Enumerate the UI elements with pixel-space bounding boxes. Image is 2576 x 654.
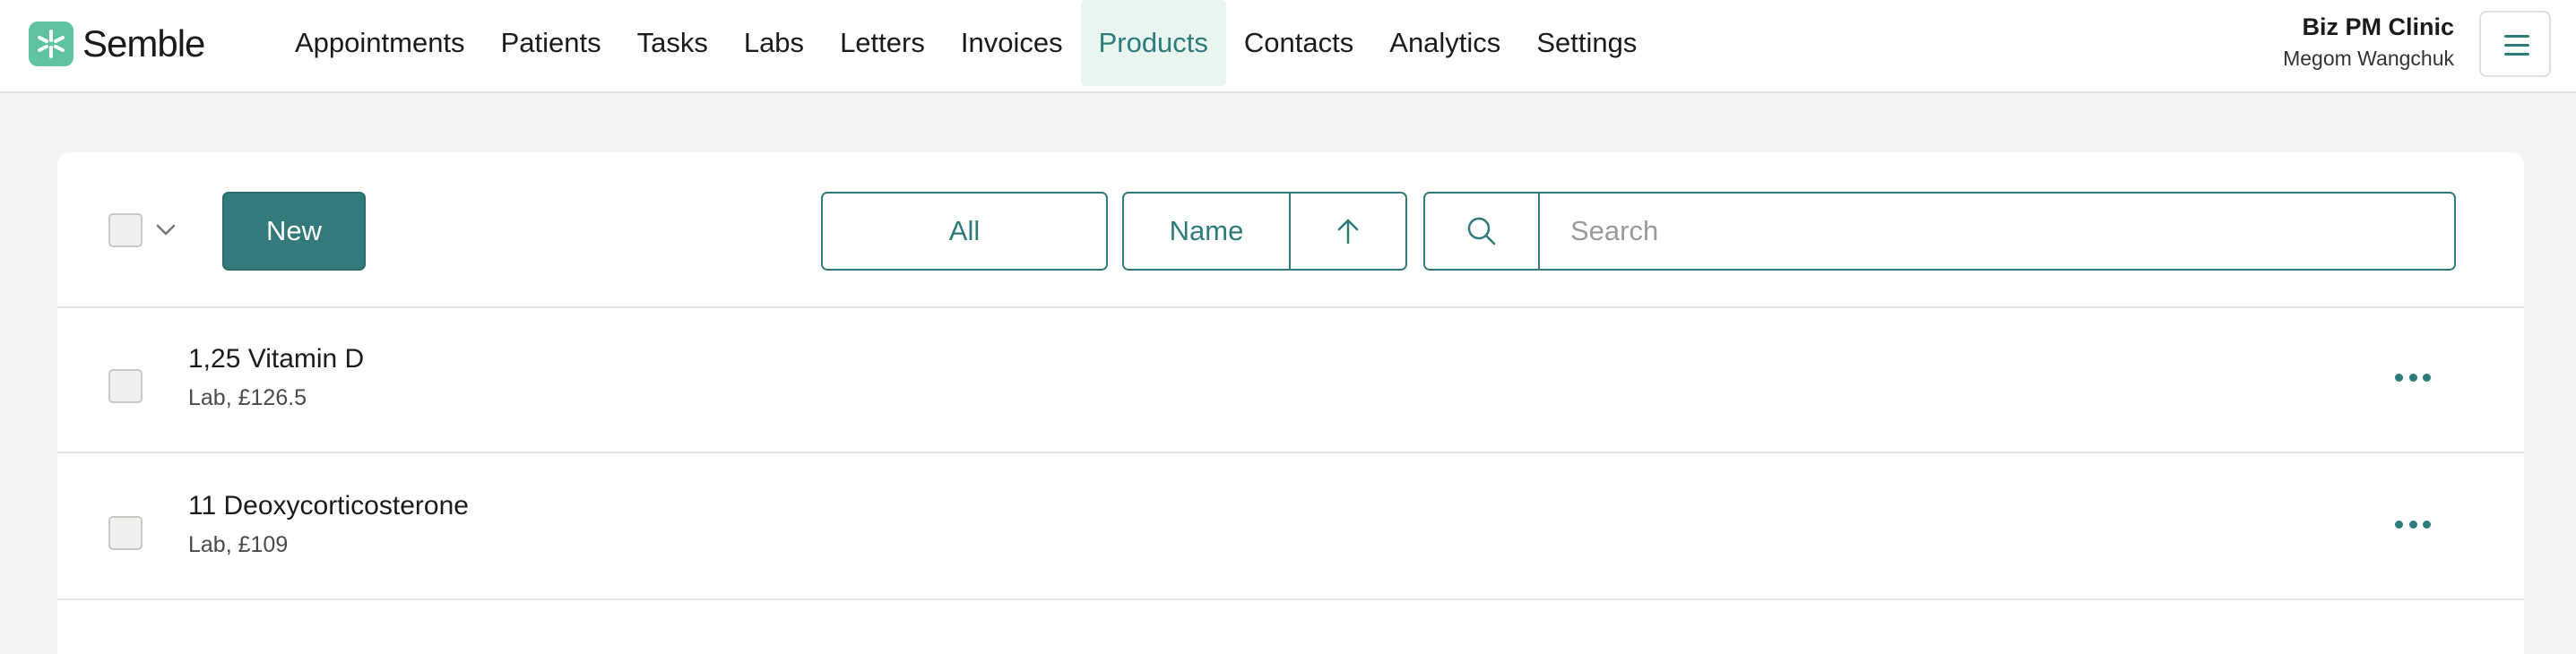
nav-settings[interactable]: Settings [1518, 0, 1655, 86]
brand-name: Semble [82, 22, 205, 65]
search-input[interactable] [1542, 194, 2452, 269]
main-nav: Appointments Patients Tasks Labs Letters… [277, 0, 1655, 86]
product-detail: Lab, £109 [188, 532, 289, 557]
sort-field-button[interactable]: Name [1124, 194, 1291, 269]
account-info[interactable]: Biz PM Clinic Megom Wangchuk [2283, 11, 2454, 73]
top-navigation-bar: Semble Appointments Patients Tasks Labs … [0, 0, 2576, 93]
search-button[interactable] [1425, 194, 1540, 269]
select-all-checkbox[interactable] [108, 213, 143, 247]
hamburger-icon [2504, 35, 2529, 38]
chevron-down-icon[interactable] [156, 224, 176, 237]
clinic-name: Biz PM Clinic [2302, 13, 2454, 40]
nav-letters[interactable]: Letters [822, 0, 943, 86]
arrow-up-icon [1337, 219, 1359, 245]
semble-logo[interactable]: Semble [29, 22, 205, 66]
list-item[interactable]: 11 Deoxycorticosterone Lab, £109 [57, 455, 2524, 600]
new-product-button[interactable]: New [222, 192, 366, 271]
more-options-icon[interactable] [2395, 511, 2431, 538]
search-icon [1467, 217, 1496, 245]
filter-dropdown[interactable]: All [821, 192, 1108, 271]
nav-appointments[interactable]: Appointments [277, 0, 483, 86]
row-checkbox[interactable] [108, 369, 143, 403]
row-checkbox[interactable] [108, 516, 143, 550]
list-toolbar: New All Name [57, 152, 2524, 308]
products-panel: New All Name 1,25 Vitamin D L [57, 152, 2524, 654]
nav-products[interactable]: Products [1080, 0, 1226, 86]
nav-tasks[interactable]: Tasks [619, 0, 726, 86]
user-name: Megom Wangchuk [2283, 47, 2454, 70]
sort-control: Name [1122, 192, 1407, 271]
list-item[interactable]: 1,25 Vitamin D Lab, £126.5 [57, 308, 2524, 453]
nav-invoices[interactable]: Invoices [943, 0, 1081, 86]
nav-analytics[interactable]: Analytics [1371, 0, 1518, 86]
product-name: 11 Deoxycorticosterone [188, 491, 469, 521]
search-box [1423, 192, 2456, 271]
semble-logo-icon [29, 22, 73, 66]
nav-contacts[interactable]: Contacts [1226, 0, 1371, 86]
product-detail: Lab, £126.5 [188, 385, 307, 410]
more-options-icon[interactable] [2395, 364, 2431, 391]
nav-labs[interactable]: Labs [726, 0, 822, 86]
hamburger-icon [2504, 44, 2529, 47]
nav-patients[interactable]: Patients [483, 0, 619, 86]
menu-button[interactable] [2479, 11, 2551, 77]
hamburger-icon [2504, 53, 2529, 56]
sort-direction-button[interactable] [1291, 194, 1405, 269]
product-name: 1,25 Vitamin D [188, 344, 365, 374]
